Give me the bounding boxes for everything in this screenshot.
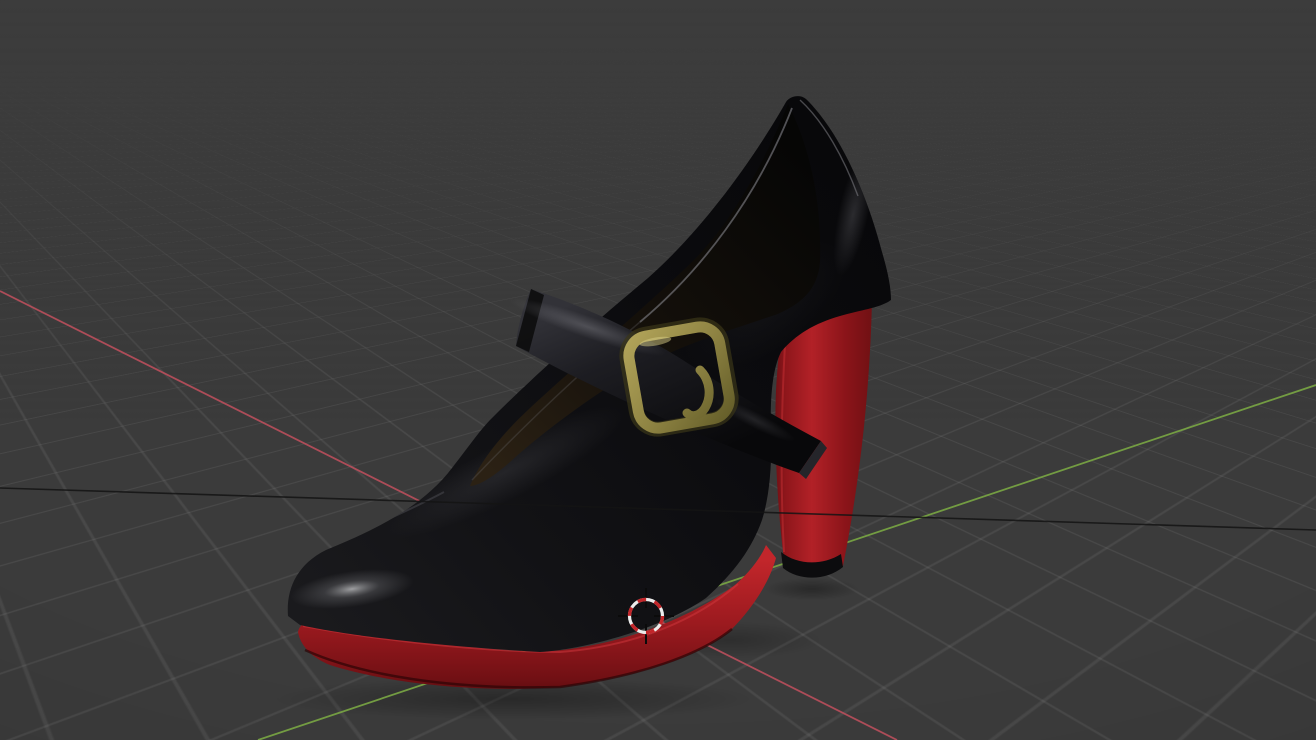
scene-layer <box>0 0 1316 740</box>
high-heel-shoe[interactable] <box>288 96 891 689</box>
viewport-3d[interactable] <box>0 0 1316 740</box>
